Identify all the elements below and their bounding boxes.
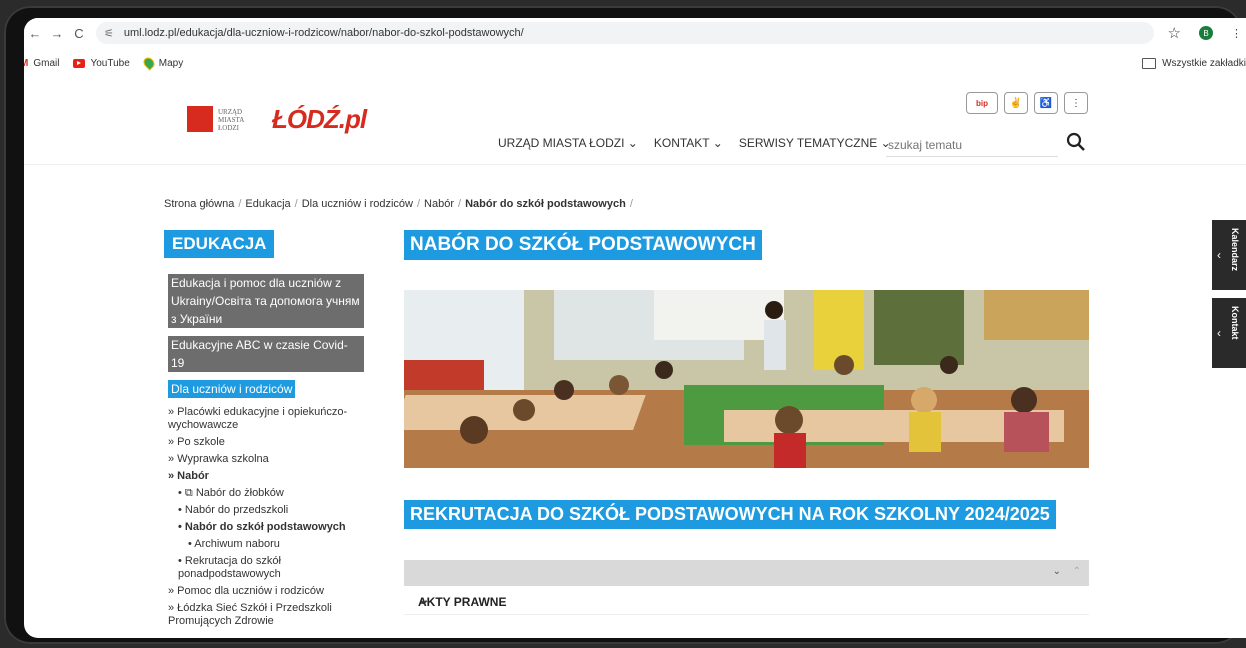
- youtube-icon: [73, 58, 86, 68]
- url-text: uml.lodz.pl/edukacja/dla-uczniow-i-rodzi…: [123, 27, 524, 39]
- classroom-photo: [404, 290, 1089, 468]
- forward-icon[interactable]: →: [46, 26, 68, 41]
- recruitment-title: REKRUTACJA DO SZKÓŁ PODSTAWOWYCH NA ROK …: [404, 500, 1056, 529]
- sidebar-item-szkoly-podstawowe[interactable]: • Nabór do szkół podstawowych: [168, 521, 368, 534]
- browser-screen: ← → C ⚟ uml.lodz.pl/edukacja/dla-uczniow…: [24, 18, 1246, 638]
- folder-icon: [1142, 57, 1157, 69]
- sidebar-item-siec-szkol[interactable]: » Łódzka Sieć Szkół i Przedszkoli Promuj…: [168, 602, 368, 628]
- sidebar-title[interactable]: EDUKACJA: [164, 230, 275, 258]
- sidebar-item-placowki[interactable]: » Placówki edukacyjne i opiekuńczo-wycho…: [168, 406, 368, 432]
- breadcrumb: Strona główna / Edukacja / Dla uczniów i r…: [164, 198, 633, 210]
- more-options-icon[interactable]: ⋮: [1064, 92, 1088, 114]
- breadcrumb-home[interactable]: Strona główna: [164, 198, 234, 210]
- sidebar-item-archiwum[interactable]: • Archiwum naboru: [168, 538, 368, 551]
- gmail-icon: M: [24, 57, 29, 69]
- bookmark-youtube[interactable]: YouTube: [73, 58, 130, 69]
- breadcrumb-dla-uczniow[interactable]: Dla uczniów i rodziców: [302, 198, 413, 210]
- sidebar-item-po-szkole[interactable]: » Po szkole: [168, 436, 368, 449]
- search-icon[interactable]: [1064, 130, 1088, 154]
- nav-urzad[interactable]: URZĄD MIASTA ŁODZI ⌄: [498, 136, 638, 150]
- bookmark-maps[interactable]: Mapy: [140, 55, 183, 71]
- address-bar[interactable]: ⚟ uml.lodz.pl/edukacja/dla-uczniow-i-rod…: [96, 22, 1154, 44]
- collapse-all-icon[interactable]: ⌃: [1073, 566, 1081, 577]
- sidebar-item-ukraine[interactable]: Edukacja i pomoc dla uczniów z Ukrainy/О…: [168, 274, 364, 328]
- accessibility-icon[interactable]: ♿: [1034, 92, 1058, 114]
- lodz-brand-logo[interactable]: ŁÓDŹ.pl: [272, 104, 367, 135]
- sign-language-icon[interactable]: ✌: [1004, 92, 1028, 114]
- menu-icon[interactable]: ⋮: [1231, 27, 1242, 40]
- sidebar-item-nabor[interactable]: » Nabór: [168, 470, 368, 483]
- back-icon[interactable]: ←: [24, 26, 46, 41]
- nav-serwisy[interactable]: SERWISY TEMATYCZNE ⌄: [739, 136, 891, 150]
- bookmark-gmail[interactable]: M Gmail: [24, 58, 59, 69]
- sidebar-item-zlobki[interactable]: • ⧉ Nabór do żłobków: [168, 487, 368, 500]
- accessibility-tools: bip ✌ ♿ ⋮: [966, 92, 1088, 114]
- reload-icon[interactable]: C: [68, 26, 90, 41]
- sidebar-item-pomoc[interactable]: » Pomoc dla uczniów i rodziców: [168, 585, 368, 598]
- page-title: NABÓR DO SZKÓŁ PODSTAWOWYCH: [404, 230, 762, 260]
- nav-kontakt[interactable]: KONTAKT ⌄: [654, 136, 723, 150]
- sidebar-item-covid[interactable]: Edukacyjne ABC w czasie Covid-19: [168, 336, 364, 372]
- site-settings-icon[interactable]: ⚟: [104, 27, 114, 40]
- city-crest-logo[interactable]: [187, 106, 213, 132]
- all-bookmarks[interactable]: Wszystkie zakładki: [1142, 57, 1246, 69]
- sidebar-item-przedszkola[interactable]: • Nabór do przedszkoli: [168, 504, 368, 517]
- accordion-akty-prawne[interactable]: AKTY PRAWNE ⌄: [404, 588, 1089, 615]
- sidebar-item-active[interactable]: Dla uczniów i rodziców: [168, 380, 296, 398]
- accordion-controls: ⌄ ⌃: [404, 560, 1089, 586]
- sidebar-item-wyprawka[interactable]: » Wyprawka szkolna: [168, 453, 368, 466]
- sidebar-list: » Placówki edukacyjne i opiekuńczo-wycho…: [168, 406, 368, 632]
- main-nav: URZĄD MIASTA ŁODZI ⌄ KONTAKT ⌄ SERWISY T…: [498, 136, 891, 150]
- calendar-side-tab[interactable]: ‹ Kalendarz: [1212, 220, 1246, 290]
- expand-all-icon[interactable]: ⌄: [1053, 566, 1061, 577]
- bookmark-star-icon[interactable]: ☆: [1168, 24, 1181, 42]
- profile-avatar[interactable]: B: [1199, 26, 1213, 40]
- breadcrumb-edukacja[interactable]: Edukacja: [245, 198, 290, 210]
- browser-toolbar: ← → C ⚟ uml.lodz.pl/edukacja/dla-uczniow…: [24, 18, 1246, 48]
- search-input[interactable]: [886, 134, 1058, 157]
- breadcrumb-nabor[interactable]: Nabór: [424, 198, 454, 210]
- chevron-left-icon: ‹: [1217, 248, 1221, 262]
- chevron-down-icon: ⌄: [418, 591, 430, 607]
- sidebar-item-ponadpodstawowe[interactable]: • Rekrutacja do szkół ponadpodstawowych: [168, 555, 368, 581]
- contact-side-tab[interactable]: ‹ Kontakt: [1212, 298, 1246, 368]
- logo-text: URZĄD MIASTA ŁODZI: [218, 108, 245, 132]
- bip-button[interactable]: bip: [966, 92, 998, 114]
- maps-icon: [140, 55, 157, 71]
- site-header: URZĄD MIASTA ŁODZI ŁÓDŹ.pl bip ✌ ♿ ⋮ URZ…: [24, 76, 1246, 165]
- chevron-left-icon: ‹: [1217, 326, 1221, 340]
- bookmarks-bar: M Gmail YouTube Mapy Wszystkie zakładki: [24, 52, 1246, 74]
- breadcrumb-current: Nabór do szkół podstawowych: [465, 198, 626, 210]
